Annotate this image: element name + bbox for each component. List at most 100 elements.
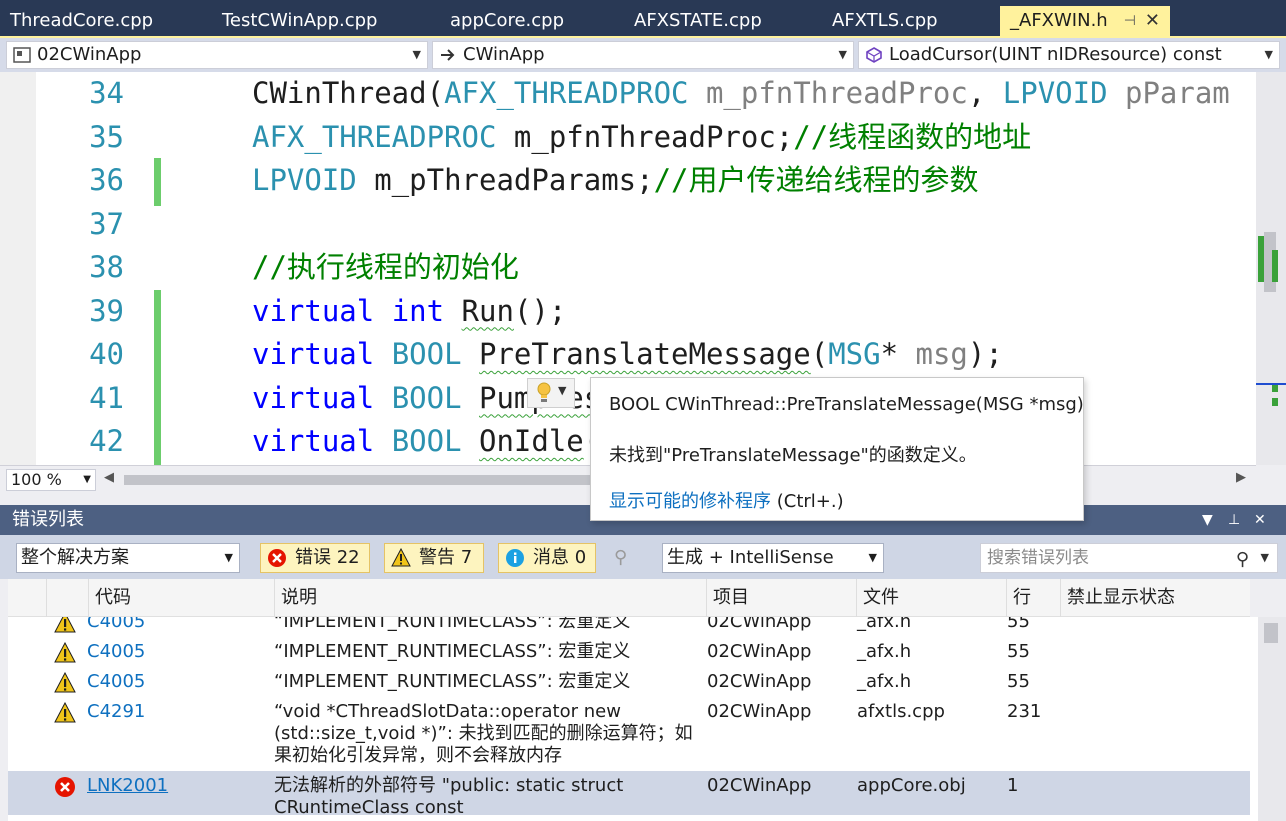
tooltip-message: 未找到"PreTranslateMessage"的函数定义。 (609, 445, 977, 466)
chevron-down-icon: ▼ (838, 48, 847, 61)
table-row[interactable]: C4291 “void *CThreadSlotData::operator ne… (8, 697, 1250, 771)
tab-testcwinapp[interactable]: TestCWinApp.cpp (212, 6, 377, 36)
code-token: virtual (252, 337, 375, 371)
code-token: BOOL (391, 380, 462, 415)
error-code: C4005 (87, 671, 146, 692)
code-token: ( (810, 337, 829, 371)
tab-label: AFXSTATE.cpp (634, 10, 762, 31)
code-token: msg (915, 337, 968, 371)
tab-label: _AFXWIN.h (1010, 10, 1108, 31)
project-dropdown[interactable]: 02CWinApp ▼ (6, 41, 428, 69)
tab-label: AFXTLS.cpp (832, 10, 938, 31)
line-number: 40 (89, 337, 124, 371)
messages-filter-button[interactable]: 消息 0 (498, 543, 596, 573)
error-code[interactable]: LNK2001 (87, 771, 168, 801)
column-suppression-state[interactable]: 禁止显示状态 (1060, 579, 1250, 617)
line-number: 35 (89, 119, 124, 154)
table-row[interactable]: C4005 “IMPLEMENT_RUNTIMECLASS”: 宏重定义 02CWi… (8, 637, 1250, 667)
warnings-filter-button[interactable]: 警告 7 (384, 543, 484, 573)
chevron-down-icon: ▼ (868, 551, 877, 564)
error-icon (268, 549, 286, 567)
tab-afxtls[interactable]: AFXTLS.cpp (822, 6, 938, 36)
code-token: , (967, 76, 1003, 110)
code-line[interactable]: 35 AFX_THREADPROC m_pfnThreadProc;//线程函数的… (36, 116, 1256, 159)
scope-filter-dropdown[interactable]: 整个解决方案 ▼ (16, 543, 240, 573)
error-code: C4005 (87, 617, 146, 632)
error-description: “void *CThreadSlotData::operator new (st… (274, 701, 693, 766)
line-number: 37 (89, 206, 124, 241)
column-description[interactable]: 说明 (274, 579, 706, 617)
code-text: virtual BOOL PreTranslateMessage(MSG* ms… (252, 333, 1003, 376)
column-project[interactable]: 项目 (706, 579, 856, 617)
code-token: pParam (1107, 76, 1230, 110)
scope-dropdown[interactable]: CWinApp ▼ (432, 41, 854, 69)
document-tab-bar: ThreadCore.cpp TestCWinApp.cpp appCore.c… (0, 0, 1286, 38)
pin-icon[interactable]: ⊥ (1228, 505, 1240, 535)
table-row[interactable]: C4005 “IMPLEMENT_RUNTIMECLASS”: 宏重定义 02CWi… (8, 617, 1250, 637)
warning-icon (54, 617, 76, 633)
code-line[interactable]: 37 (36, 203, 1256, 246)
code-line[interactable]: 39 virtual int Run(); (36, 290, 1256, 333)
code-token: virtual (252, 380, 375, 415)
horizontal-scrollbar-thumb[interactable] (124, 475, 594, 485)
search-icon[interactable]: ⚲ (1236, 546, 1249, 574)
error-list-scrollbar[interactable] (1258, 617, 1286, 821)
build-source-value: 生成 + IntelliSense (667, 547, 834, 568)
error-line: 1 (1007, 775, 1019, 796)
error-list-header: 代码 说明 项目 文件 行 禁止显示状态 (8, 579, 1250, 617)
error-file: _afx.h (857, 671, 912, 692)
indicator-margin (0, 72, 36, 465)
column-severity[interactable] (46, 579, 88, 617)
tab-threadcore[interactable]: ThreadCore.cpp (0, 6, 153, 36)
code-token: m_pThreadParams; (356, 163, 654, 197)
column-line[interactable]: 行 (1006, 579, 1060, 617)
code-line[interactable]: 36 LPVOID m_pThreadParams;//用户传递给线程的参数 (36, 159, 1256, 202)
code-line[interactable]: 34 CWinThread(AFX_THREADPROC m_pfnThreadP… (36, 72, 1256, 115)
code-token: virtual (252, 293, 375, 328)
quick-info-tooltip: BOOL CWinThread::PreTranslateMessage(MSG… (590, 377, 1084, 521)
errors-filter-button[interactable]: 错误 22 (260, 543, 370, 573)
change-marker (1272, 398, 1278, 406)
chevron-down-icon[interactable]: ▼ (1261, 544, 1269, 572)
pin-icon[interactable]: ⊣ (1124, 6, 1136, 36)
close-icon[interactable]: ✕ (1254, 505, 1266, 535)
scroll-right-icon[interactable]: ▶ (1236, 470, 1246, 485)
error-description: “IMPLEMENT_RUNTIMECLASS”: 宏重定义 (274, 641, 631, 662)
panel-menu-icon[interactable]: ▼ (1202, 505, 1213, 535)
code-token: * (880, 337, 916, 371)
column-file[interactable]: 文件 (856, 579, 1006, 617)
error-project: 02CWinApp (707, 671, 812, 692)
zoom-level: 100 % (11, 470, 62, 489)
scope-filter-value: 整个解决方案 (21, 547, 129, 568)
show-potential-fixes-link[interactable]: 显示可能的修补程序 (Ctrl+.) (609, 487, 844, 513)
editor-vertical-scrollbar[interactable] (1256, 72, 1286, 465)
quick-actions-button[interactable]: ▼ (527, 378, 575, 408)
tab-appcore[interactable]: appCore.cpp (440, 6, 564, 36)
error-file: _afx.h (857, 641, 912, 662)
member-dropdown[interactable]: LoadCursor(UINT nIDResource) const ▼ (858, 41, 1280, 69)
zoom-dropdown[interactable]: 100 % ▼ (6, 469, 96, 491)
column-label: 说明 (281, 587, 317, 608)
table-row[interactable]: LNK2001 无法解析的外部符号 "public: static struct … (8, 771, 1250, 818)
close-icon[interactable]: ✕ (1145, 6, 1160, 36)
scroll-left-icon[interactable]: ◀ (104, 470, 114, 485)
error-project: 02CWinApp (707, 617, 812, 632)
code-token: int (391, 293, 445, 328)
code-line[interactable]: 40 virtual BOOL PreTranslateMessage(MSG* … (36, 333, 1256, 376)
search-placeholder: 搜索错误列表 (987, 548, 1089, 568)
clear-filter-icon[interactable]: ⚲ (614, 547, 640, 571)
messages-count: 消息 0 (533, 547, 587, 568)
code-token: (); (513, 293, 567, 328)
scrollbar-thumb[interactable] (1264, 623, 1278, 643)
code-token: BOOL (391, 337, 462, 371)
code-token: //执行线程的初始化 (252, 250, 519, 284)
code-line[interactable]: 38 //执行线程的初始化 (36, 246, 1256, 289)
table-row[interactable]: C4005 “IMPLEMENT_RUNTIMECLASS”: 宏重定义 02CWi… (8, 667, 1250, 697)
tab-afxstate[interactable]: AFXSTATE.cpp (624, 6, 762, 36)
tab-afxwin-active[interactable]: _AFXWIN.h ⊣ ✕ (1000, 6, 1170, 36)
build-source-dropdown[interactable]: 生成 + IntelliSense ▼ (662, 543, 884, 573)
column-code[interactable]: 代码 (88, 579, 274, 617)
line-number: 39 (89, 293, 124, 328)
search-error-list-input[interactable]: 搜索错误列表 ⚲ ▼ (980, 543, 1278, 573)
scope-name: CWinApp (463, 44, 545, 65)
